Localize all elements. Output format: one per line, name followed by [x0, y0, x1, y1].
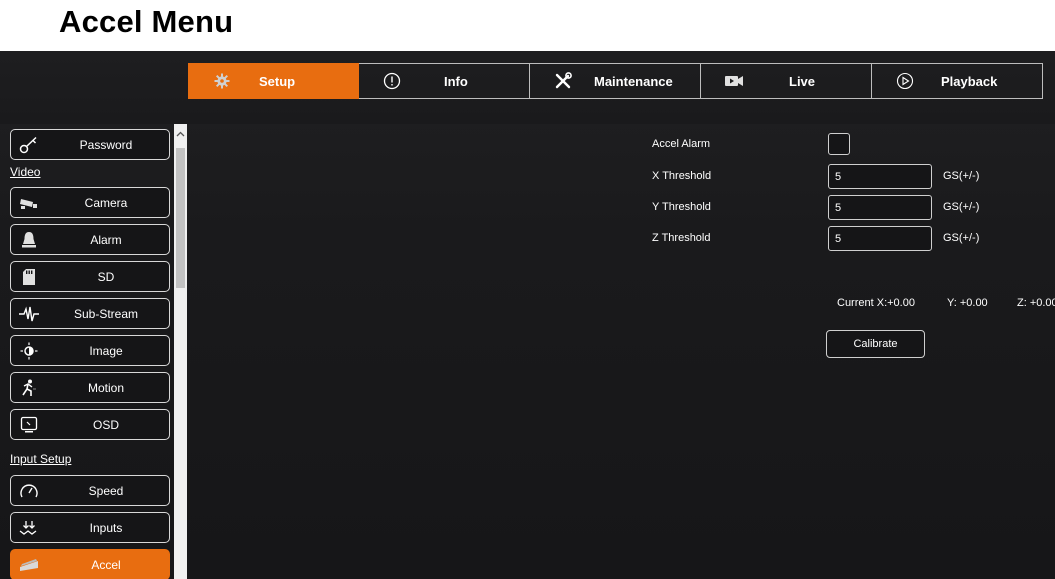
speedometer-icon: [19, 482, 39, 500]
scroll-up-arrow-icon[interactable]: [174, 127, 187, 141]
key-icon: [19, 136, 39, 154]
accel-alarm-label: Accel Alarm: [652, 138, 711, 150]
scrollbar-thumb[interactable]: [176, 148, 185, 288]
sidebar-item-label: Image: [89, 344, 123, 358]
accel-icon: [19, 556, 39, 574]
z-threshold-unit: GS(+/-): [943, 232, 980, 244]
sidebar-item-image[interactable]: Image: [10, 335, 170, 366]
sidebar-item-alarm[interactable]: Alarm: [10, 224, 170, 255]
sidebar-item-sub-stream[interactable]: Sub-Stream: [10, 298, 170, 329]
bell-icon: [19, 231, 39, 249]
sidebar-item-inputs[interactable]: Inputs: [10, 512, 170, 543]
tab-label: Maintenance: [594, 73, 673, 89]
page-heading: Accel Menu: [59, 4, 234, 39]
sidebar-item-camera[interactable]: Camera: [10, 187, 170, 218]
accel-alarm-checkbox[interactable]: [828, 133, 850, 155]
sidebar-item-label: OSD: [92, 418, 119, 432]
sidebar: Password Video Camera Alarm SD Sub-Strea…: [0, 124, 188, 579]
top-nav: Setup Info Maintenance Live Playback: [0, 51, 1055, 124]
y-threshold-unit: GS(+/-): [943, 201, 980, 213]
sidebar-item-label: Motion: [87, 381, 125, 395]
tab-label: Playback: [941, 73, 998, 89]
sidebar-scrollbar[interactable]: [174, 124, 187, 579]
tab-label: Setup: [259, 73, 296, 89]
gear-icon: [211, 71, 233, 91]
sidebar-item-label: Speed: [88, 484, 124, 498]
sidebar-item-label: Inputs: [89, 521, 123, 535]
sidebar-item-label: Camera: [84, 196, 128, 210]
video-camera-icon: [723, 71, 745, 91]
tab-info[interactable]: Info: [359, 63, 530, 99]
x-threshold-input[interactable]: [828, 164, 932, 189]
calibrate-button[interactable]: Calibrate: [826, 330, 925, 358]
inputs-arrows-icon: [19, 519, 39, 537]
z-threshold-label: Z Threshold: [652, 232, 711, 244]
y-threshold-input[interactable]: [828, 195, 932, 220]
sidebar-item-motion[interactable]: Motion: [10, 372, 170, 403]
running-person-icon: [19, 379, 39, 397]
tab-label: Live: [789, 73, 816, 89]
tab-setup[interactable]: Setup: [188, 63, 359, 99]
tab-live[interactable]: Live: [701, 63, 872, 99]
sidebar-item-password[interactable]: Password: [10, 129, 170, 160]
current-x-reading: Current X:+0.00: [837, 297, 915, 309]
section-input-setup: Input Setup: [10, 452, 72, 466]
tab-maintenance[interactable]: Maintenance: [530, 63, 701, 99]
sidebar-item-accel[interactable]: Accel: [10, 549, 170, 579]
x-threshold-label: X Threshold: [652, 170, 712, 182]
info-circle-icon: [381, 71, 403, 91]
sidebar-item-sd[interactable]: SD: [10, 261, 170, 292]
tab-playback[interactable]: Playback: [872, 63, 1043, 99]
section-video: Video: [10, 165, 41, 179]
z-threshold-input[interactable]: [828, 226, 932, 251]
sidebar-item-speed[interactable]: Speed: [10, 475, 170, 506]
x-threshold-unit: GS(+/-): [943, 170, 980, 182]
sidebar-item-osd[interactable]: OSD: [10, 409, 170, 440]
sidebar-item-label: Alarm: [90, 233, 122, 247]
tools-icon: [552, 71, 574, 91]
sd-card-icon: [19, 268, 39, 286]
sidebar-item-label: SD: [97, 270, 115, 284]
tab-label: Info: [444, 73, 468, 89]
camera-icon: [19, 194, 39, 212]
app-window: Setup Info Maintenance Live Playback Pas…: [0, 51, 1055, 579]
current-z-reading: Z: +0.00: [1017, 297, 1055, 309]
monitor-icon: [19, 416, 39, 434]
sidebar-item-label: Sub-Stream: [73, 307, 139, 321]
waveform-icon: [19, 305, 39, 323]
y-threshold-label: Y Threshold: [652, 201, 711, 213]
brightness-icon: [19, 342, 39, 360]
sidebar-item-label: Password: [79, 138, 133, 152]
play-circle-icon: [894, 71, 916, 91]
sidebar-item-label: Accel: [91, 558, 121, 572]
current-y-reading: Y: +0.00: [947, 297, 988, 309]
